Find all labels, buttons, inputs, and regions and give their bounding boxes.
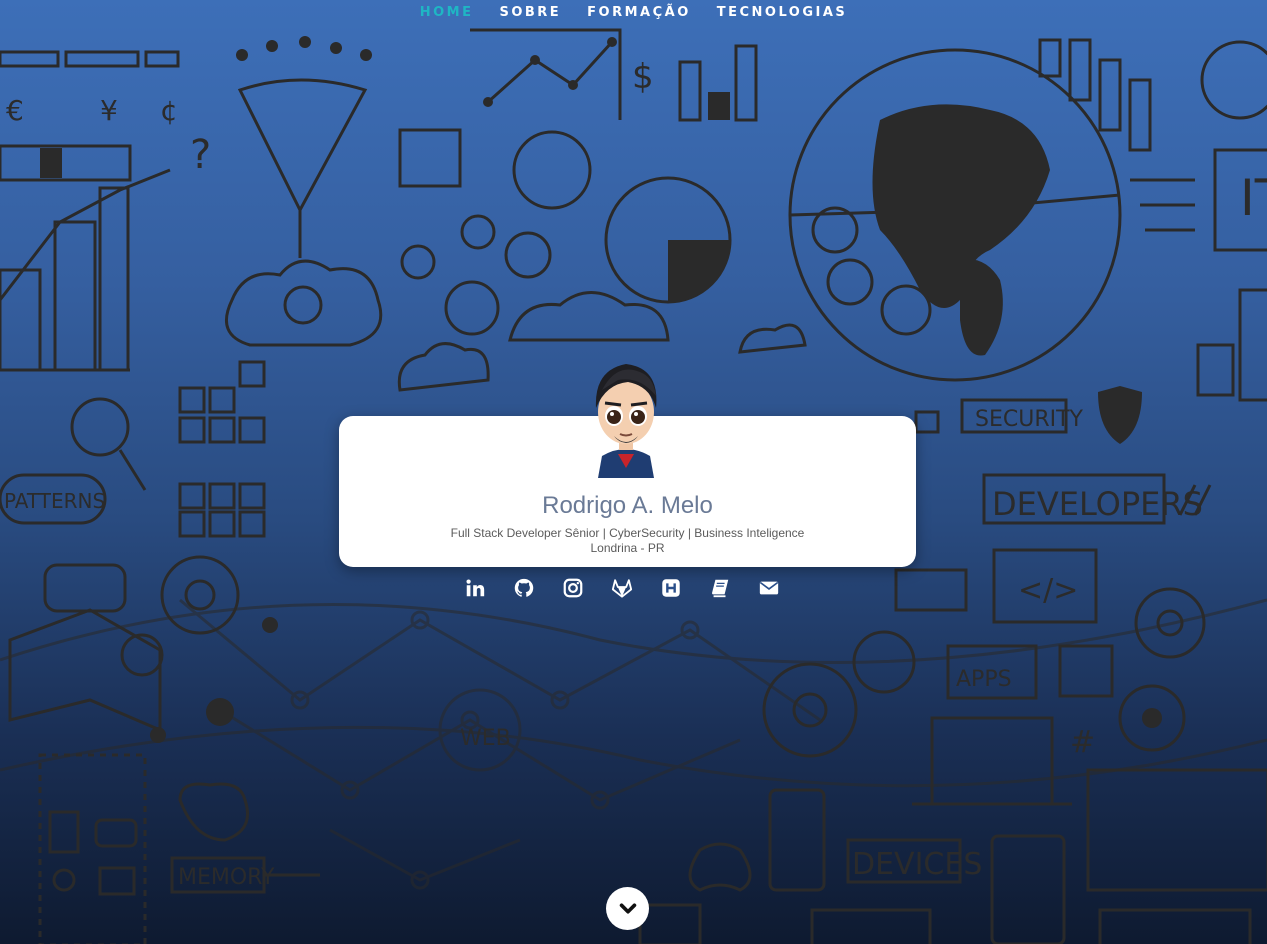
svg-text:DEVELOPERS: DEVELOPERS [992,485,1203,523]
book-icon[interactable] [708,575,732,601]
nav-sobre-link[interactable]: SOBRE [499,0,561,26]
svg-text:?: ? [190,132,211,178]
svg-text:DEVICES: DEVICES [852,847,982,882]
chevron-down-icon [619,903,636,914]
svg-text:WEB: WEB [460,726,511,751]
hackerrank-icon[interactable] [659,575,683,601]
scroll-down-button[interactable] [606,887,649,930]
top-navigation: HOME SOBRE FORMAÇÃO TECNOLOGIAS [0,0,1267,26]
envelope-icon[interactable] [757,575,781,601]
gitlab-icon[interactable] [610,575,634,601]
svg-text:SECURITY: SECURITY [975,407,1084,432]
nav-home-link[interactable]: HOME [420,0,474,26]
profile-name: Rodrigo A. Melo [542,492,713,519]
svg-text:IT: IT [1240,169,1267,227]
nav-tecnologias-link[interactable]: TECNOLOGIAS [717,0,848,26]
hero-section: € ¥ ¢ ? $ I SECURITY DEVELOPERS </> APPS… [0,0,1267,944]
svg-text:APPS: APPS [956,667,1012,692]
svg-text:#: # [1070,725,1095,760]
svg-text:€: € [6,94,24,127]
instagram-icon[interactable] [561,575,585,601]
github-icon[interactable] [512,575,536,601]
svg-text:MEMORY: MEMORY [178,865,275,890]
svg-text:¢: ¢ [160,94,178,127]
linkedin-icon[interactable] [463,575,487,601]
avatar [595,364,657,478]
svg-text:</>: </> [1018,573,1078,608]
profile-location: Londrina - PR [590,541,665,555]
svg-text:$: $ [632,57,654,97]
profile-subtitle: Full Stack Developer Sênior | CyberSecur… [450,526,805,540]
nav-formacao-link[interactable]: FORMAÇÃO [587,0,691,26]
svg-text:PATTERNS: PATTERNS [4,489,105,513]
social-links [463,575,781,601]
svg-text:¥: ¥ [100,94,118,127]
